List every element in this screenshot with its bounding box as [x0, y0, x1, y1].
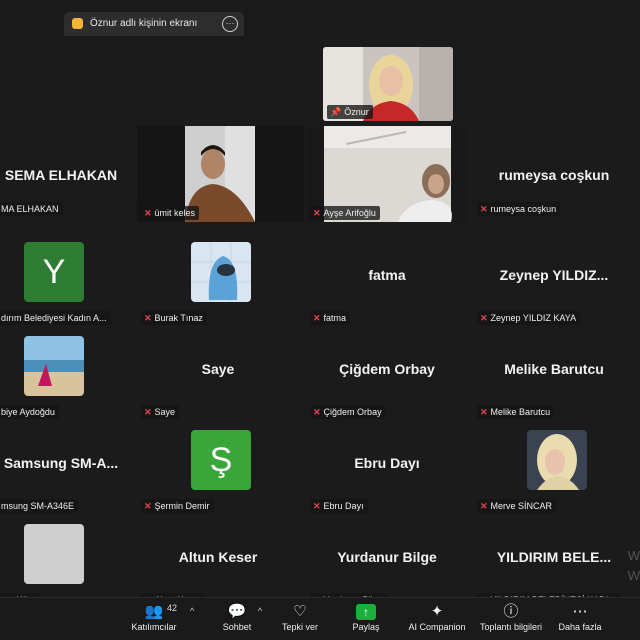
more-icon: ⋯	[572, 603, 588, 620]
tile-oznur[interactable]: 📌 Öznur	[323, 47, 453, 121]
chat-icon: 💬	[227, 603, 247, 620]
name-tag: ✕ Ebru Dayı	[310, 499, 368, 513]
reactions-button[interactable]: ♡ Tepki ver	[278, 602, 322, 632]
chat-caret-icon[interactable]: ^	[258, 606, 262, 616]
meeting-toolbar: 👥 Katılımcılar 42 ^ 💬 Sohbet ^ ♡ Tepki v…	[0, 597, 640, 640]
name-tag: MA ELHAKAN	[0, 202, 63, 216]
tile-fatma[interactable]: fatma ✕ fatma	[306, 235, 468, 327]
tile-ayse[interactable]: ✕ Ayşe Arifoğlu	[306, 126, 468, 222]
more-button[interactable]: ⋯ Daha fazla	[556, 602, 604, 632]
mic-muted-icon: ✕	[480, 407, 488, 417]
avatar	[191, 242, 251, 302]
more-options-icon[interactable]: ⋯	[222, 16, 238, 32]
tile-umit[interactable]: ✕ ümit keles	[137, 126, 304, 222]
tile-sermin[interactable]: Ş ✕ Şermin Demir	[137, 423, 299, 515]
avatar	[24, 524, 84, 584]
participants-caret-icon[interactable]: ^	[190, 606, 194, 616]
participants-count: 42	[167, 603, 178, 613]
tile-melike[interactable]: Melike Barutcu ✕ Melike Barutcu	[473, 329, 635, 421]
name-tag: biye Aydoğdu	[0, 405, 59, 419]
name-tag: ✕ fatma	[310, 311, 351, 325]
info-icon: ⓘ	[503, 603, 519, 620]
tile-altun[interactable]: Altun Keser ✕ Altun Keser	[137, 517, 299, 609]
avatar	[24, 336, 84, 396]
name-tag: ✕ Şermin Demir	[141, 499, 214, 513]
name-tag: ✕ Merve SİNCAR	[477, 499, 557, 513]
pin-icon: 📌	[330, 107, 342, 117]
tile-rumeysa[interactable]: rumeysa coşkun ✕ rumeysa coşkun	[473, 126, 635, 218]
mic-muted-icon: ✕	[313, 501, 321, 511]
participant-name: fatma	[368, 267, 406, 283]
participant-name: Çiğdem Orbay	[339, 361, 435, 377]
participant-name: Saye	[201, 361, 235, 377]
name-tag: ✕ Çiğdem Orbay	[310, 405, 386, 419]
share-indicator-icon	[72, 18, 83, 29]
share-title: Öznur adlı kişinin ekranı	[90, 18, 198, 29]
participant-name: Ebru Dayı	[354, 455, 420, 471]
participant-name: Melike Barutcu	[504, 361, 604, 377]
name-tag: ✕ rumeysa coşkun	[477, 202, 561, 216]
tile-saye[interactable]: Saye ✕ Saye	[137, 329, 299, 421]
mic-muted-icon: ✕	[313, 313, 321, 323]
avatar	[527, 430, 587, 490]
share-button[interactable]: ↑ Paylaş	[348, 602, 384, 632]
mic-muted-icon: ✕	[480, 501, 488, 511]
name-tag: ✕ ümit keles	[141, 206, 200, 220]
tile-zeynep[interactable]: Zeynep YILDIZ... ✕ Zeynep YILDIZ KAYA	[473, 235, 635, 327]
mic-muted-icon: ✕	[480, 313, 488, 323]
name-tag: ✕ Melike Barutcu	[477, 405, 555, 419]
tile-samsung[interactable]: Samsung SM-A... msung SM-A346E	[0, 423, 132, 515]
mic-muted-icon: ✕	[480, 204, 488, 214]
name-tag: msung SM-A346E	[0, 499, 79, 513]
name-tag: ✕ Zeynep YILDIZ KAYA	[477, 311, 581, 325]
tile-kose[interactable]: ner Köse	[0, 517, 134, 609]
name-tag: ✕ Ayşe Arifoğlu	[310, 206, 380, 220]
participant-name: Altun Keser	[178, 549, 258, 565]
avatar: Ş	[191, 430, 251, 490]
sparkle-icon: ✦	[430, 603, 444, 620]
mic-muted-icon: ✕	[144, 407, 152, 417]
tile-belediye[interactable]: Y dırım Belediyesi Kadın A...	[0, 235, 134, 327]
screen-share-bar: Öznur adlı kişinin ekranı ⋯	[0, 0, 640, 40]
participant-name: Zeynep YILDIZ...	[499, 267, 609, 283]
screen-share-tab[interactable]: Öznur adlı kişinin ekranı ⋯	[64, 12, 244, 36]
name-tag: ✕ Burak Tınaz	[141, 311, 207, 325]
participant-name: Yurdanur Bilge	[337, 549, 437, 565]
tile-rabiye[interactable]: biye Aydoğdu	[0, 329, 134, 421]
tile-yurdanur[interactable]: Yurdanur Bilge ✕ Yurdanur Bilge	[306, 517, 468, 609]
mic-muted-icon: ✕	[313, 208, 321, 218]
participant-name: SEMA ELHAKAN	[4, 167, 118, 183]
name-tag: ✕ Saye	[141, 405, 180, 419]
participant-name: Samsung SM-A...	[3, 455, 119, 471]
mic-muted-icon: ✕	[144, 313, 152, 323]
tile-yildirim[interactable]: YILDIRIM BELE... ✕ YILDIRIM BELEDİYESİ K…	[473, 517, 635, 609]
tile-ebru[interactable]: Ebru Dayı ✕ Ebru Dayı	[306, 423, 468, 515]
mic-muted-icon: ✕	[313, 407, 321, 417]
avatar: Y	[24, 242, 84, 302]
tile-merve[interactable]: ✕ Merve SİNCAR	[473, 423, 635, 515]
tile-burak[interactable]: ✕ Burak Tınaz	[137, 235, 299, 327]
chat-button[interactable]: 💬 Sohbet	[218, 602, 256, 632]
activation-watermark: W W	[627, 548, 640, 583]
tile-sema[interactable]: SEMA ELHAKAN MA ELHAKAN	[0, 126, 132, 218]
heart-icon: ♡	[293, 603, 307, 620]
tile-cigdem[interactable]: Çiğdem Orbay ✕ Çiğdem Orbay	[306, 329, 468, 421]
mic-muted-icon: ✕	[144, 501, 152, 511]
meeting-info-button[interactable]: ⓘ Toplantı bilgileri	[476, 602, 546, 632]
share-screen-icon: ↑	[356, 604, 376, 620]
mic-muted-icon: ✕	[144, 208, 152, 218]
participant-name: rumeysa coşkun	[498, 167, 610, 183]
name-tag: 📌 Öznur	[327, 105, 373, 119]
participant-name: YILDIRIM BELE...	[496, 549, 612, 565]
name-tag: dırım Belediyesi Kadın A...	[0, 311, 111, 325]
ai-companion-button[interactable]: ✦ AI Companion	[406, 602, 468, 632]
